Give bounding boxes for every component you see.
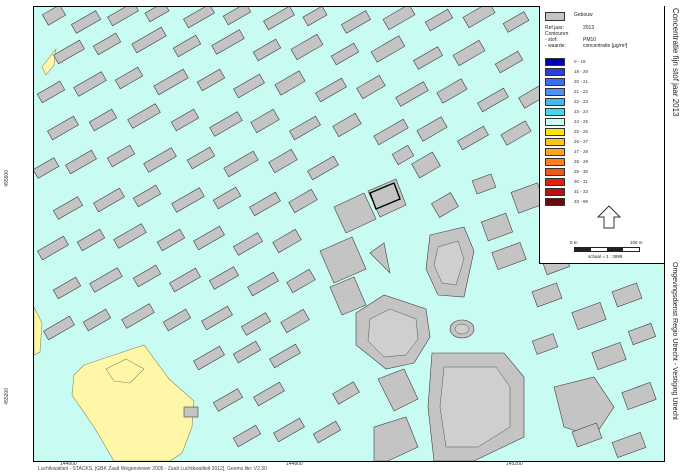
scale-start-label: 0 m — [570, 240, 578, 245]
class-label: 25 - 26 — [574, 129, 589, 134]
x-coordinate-label: 144800 — [286, 461, 303, 467]
class-label: 31 - 33 — [574, 189, 589, 194]
class-label: 21 - 22 — [574, 89, 589, 94]
y-coordinate-label: 455600 — [4, 170, 10, 187]
footer-source-note: Luchtkwaliteit - STACKS, [GBK Zaalt Wege… — [38, 466, 267, 472]
concentration-zone-25-26 — [71, 344, 195, 461]
class-swatch — [545, 128, 565, 136]
class-label: 24 - 25 — [574, 119, 589, 124]
class-label: 23 - 24 — [574, 109, 589, 114]
class-label: 20 - 21 — [574, 79, 589, 84]
class-swatch — [545, 198, 565, 206]
class-label: 28 - 29 — [574, 159, 589, 164]
scale-text: schaal = 1 : 3999 — [588, 254, 623, 259]
map-sheet: 455600 455200 144600 144800 145200 Lucht… — [0, 0, 683, 474]
concentration-zone-25-26 — [41, 47, 57, 76]
organisation-title: Omgevingsdienst Regio Utrecht - Vestigin… — [671, 262, 678, 420]
class-label: 22 - 23 — [574, 99, 589, 104]
class-swatch — [545, 178, 565, 186]
legend-meta: Ref.jaar: 2013 Contouren - stof: PM10 - … — [545, 25, 655, 49]
building-legend-label: Gebouw — [574, 12, 593, 18]
meta-label: - waarde: — [545, 43, 566, 49]
class-swatch — [545, 138, 565, 146]
class-swatch — [545, 98, 565, 106]
class-swatch — [545, 168, 565, 176]
class-swatch — [545, 88, 565, 96]
class-label: 0 - 18 — [574, 59, 586, 64]
class-swatch — [545, 78, 565, 86]
class-swatch — [545, 108, 565, 116]
building-swatch — [545, 12, 565, 21]
class-label: 29 - 30 — [574, 169, 589, 174]
concentration-zone-25-26 — [34, 306, 43, 356]
legend-panel: Gebouw Ref.jaar: 2013 Contouren - stof: … — [539, 6, 664, 264]
scale-bar — [574, 247, 640, 252]
class-swatch — [545, 68, 565, 76]
north-arrow-icon — [596, 205, 622, 229]
class-label: 27 - 28 — [574, 149, 589, 154]
class-swatch — [545, 118, 565, 126]
class-swatch — [545, 158, 565, 166]
x-coordinate-label: 145200 — [506, 461, 523, 467]
meta-value: concentratie [µg/m³] — [583, 43, 628, 49]
scale-end-label: 100 m — [630, 240, 643, 245]
class-swatch — [545, 148, 565, 156]
y-coordinate-label: 455200 — [4, 388, 10, 405]
class-label: 33 - 99 — [574, 199, 589, 204]
class-swatch — [545, 188, 565, 196]
class-label: 18 - 20 — [574, 69, 589, 74]
class-label: 30 - 31 — [574, 179, 589, 184]
class-label: 26 - 27 — [574, 139, 589, 144]
class-swatch — [545, 58, 565, 66]
map-title: Concentratie fijn stof jaar 2013 — [671, 8, 680, 117]
